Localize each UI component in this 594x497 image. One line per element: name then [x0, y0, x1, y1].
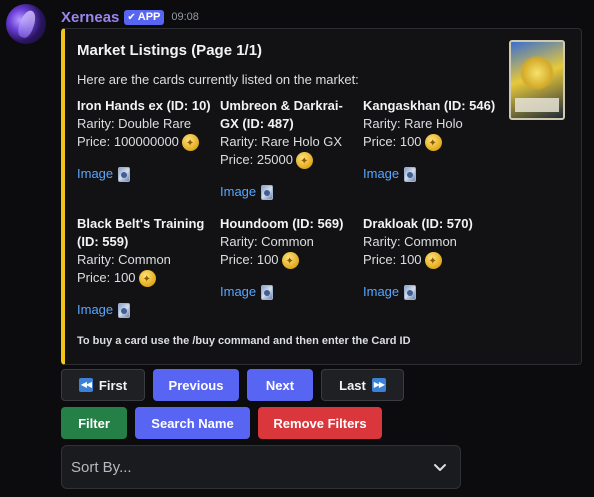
- listing-price-text: Price: 100000000: [77, 134, 179, 149]
- listing-field: Kangaskhan (ID: 546) Rarity: Rare Holo P…: [363, 97, 503, 183]
- listing-rarity: Rarity: Double Rare: [77, 116, 192, 131]
- verified-check-icon: ✔: [127, 11, 136, 23]
- listing-name: Drakloak (ID: 570): [363, 216, 473, 231]
- card-icon: [261, 284, 274, 300]
- market-embed: Market Listings (Page 1/1) Here are the …: [61, 28, 582, 365]
- listing-rarity: Rarity: Common: [220, 234, 314, 249]
- image-link-label[interactable]: Image: [77, 165, 113, 183]
- image-link-label[interactable]: Image: [220, 283, 256, 301]
- coin-icon: [181, 133, 199, 153]
- listing-field: Black Belt's Training (ID: 559) Rarity: …: [77, 215, 217, 319]
- filter-button-label: Filter: [78, 415, 110, 431]
- listing-price: Price: 25000: [220, 151, 360, 171]
- listing-price: Price: 100000000: [77, 133, 217, 153]
- app-badge: ✔ APP: [124, 9, 165, 25]
- coin-icon: [296, 151, 313, 171]
- last-page-button[interactable]: Last ▶▶: [321, 369, 404, 401]
- card-icon: [261, 184, 274, 200]
- remove-filters-button-label: Remove Filters: [273, 415, 367, 431]
- listing-price-text: Price: 100: [220, 252, 279, 267]
- avatar[interactable]: [6, 4, 46, 44]
- search-name-button[interactable]: Search Name: [135, 407, 250, 439]
- card-thumbnail-image[interactable]: [509, 40, 565, 120]
- listing-price-text: Price: 100: [77, 270, 136, 285]
- listing-rarity: Rarity: Rare Holo GX: [220, 134, 343, 149]
- author-name[interactable]: Xerneas: [61, 9, 119, 26]
- listing-field: Drakloak (ID: 570) Rarity: Common Price:…: [363, 215, 503, 301]
- remove-filters-button[interactable]: Remove Filters: [258, 407, 382, 439]
- first-button-label: First: [98, 377, 128, 393]
- coin-icon: [424, 251, 442, 271]
- timestamp: 09:08: [171, 11, 199, 23]
- coin-icon: [138, 269, 156, 289]
- listing-image-link[interactable]: Image: [77, 301, 217, 319]
- listing-price: Price: 100: [363, 251, 503, 271]
- listing-image-link[interactable]: Image: [220, 183, 360, 201]
- embed-footer: To buy a card use the /buy command and t…: [77, 335, 411, 347]
- card-icon: [118, 302, 131, 318]
- image-link-label[interactable]: Image: [363, 283, 399, 301]
- embed-title: Market Listings (Page 1/1): [77, 42, 263, 59]
- image-link-label[interactable]: Image: [220, 183, 256, 201]
- chevron-down-icon: [434, 464, 446, 471]
- listing-rarity: Rarity: Common: [77, 252, 171, 267]
- listing-image-link[interactable]: Image: [363, 165, 503, 183]
- skip-forward-icon: ▶▶: [371, 378, 386, 392]
- coin-icon: [424, 133, 442, 153]
- listing-field: Umbreon & Darkrai-GX (ID: 487) Rarity: R…: [220, 97, 360, 201]
- listing-name: Kangaskhan (ID: 546): [363, 98, 496, 113]
- listing-rarity: Rarity: Common: [363, 234, 457, 249]
- card-icon: [118, 166, 131, 182]
- listing-price: Price: 100: [220, 251, 360, 271]
- first-page-button[interactable]: ◀◀ First: [61, 369, 145, 401]
- listing-name: Houndoom (ID: 569): [220, 216, 344, 231]
- listing-rarity: Rarity: Rare Holo: [363, 116, 463, 131]
- sort-by-select[interactable]: Sort By...: [61, 445, 461, 489]
- listing-image-link[interactable]: Image: [363, 283, 503, 301]
- sort-by-placeholder: Sort By...: [71, 458, 132, 476]
- listing-price-text: Price: 25000: [220, 152, 293, 167]
- skip-back-icon: ◀◀: [78, 378, 93, 392]
- card-icon: [404, 284, 417, 300]
- previous-button-label: Previous: [168, 377, 224, 393]
- image-link-label[interactable]: Image: [363, 165, 399, 183]
- coin-icon: [281, 251, 299, 271]
- card-icon: [404, 166, 417, 182]
- listing-name: Umbreon & Darkrai-GX (ID: 487): [220, 98, 343, 131]
- previous-page-button[interactable]: Previous: [153, 369, 239, 401]
- listing-field: Iron Hands ex (ID: 10) Rarity: Double Ra…: [77, 97, 217, 183]
- last-button-label: Last: [339, 377, 366, 393]
- listing-field: Houndoom (ID: 569) Rarity: Common Price:…: [220, 215, 360, 301]
- listing-image-link[interactable]: Image: [220, 283, 360, 301]
- listing-price: Price: 100: [363, 133, 503, 153]
- listing-price-text: Price: 100: [363, 252, 422, 267]
- listing-image-link[interactable]: Image: [77, 165, 217, 183]
- listing-name: Black Belt's Training (ID: 559): [77, 216, 205, 249]
- search-name-button-label: Search Name: [151, 415, 234, 431]
- listing-price-text: Price: 100: [363, 134, 422, 149]
- next-page-button[interactable]: Next: [247, 369, 313, 401]
- image-link-label[interactable]: Image: [77, 301, 113, 319]
- message-header: Xerneas ✔ APP 09:08: [61, 7, 199, 27]
- app-badge-label: APP: [137, 11, 161, 23]
- listing-name: Iron Hands ex (ID: 10): [77, 98, 211, 113]
- embed-description: Here are the cards currently listed on t…: [77, 72, 359, 87]
- filter-button[interactable]: Filter: [61, 407, 127, 439]
- listing-price: Price: 100: [77, 269, 217, 289]
- next-button-label: Next: [265, 377, 295, 393]
